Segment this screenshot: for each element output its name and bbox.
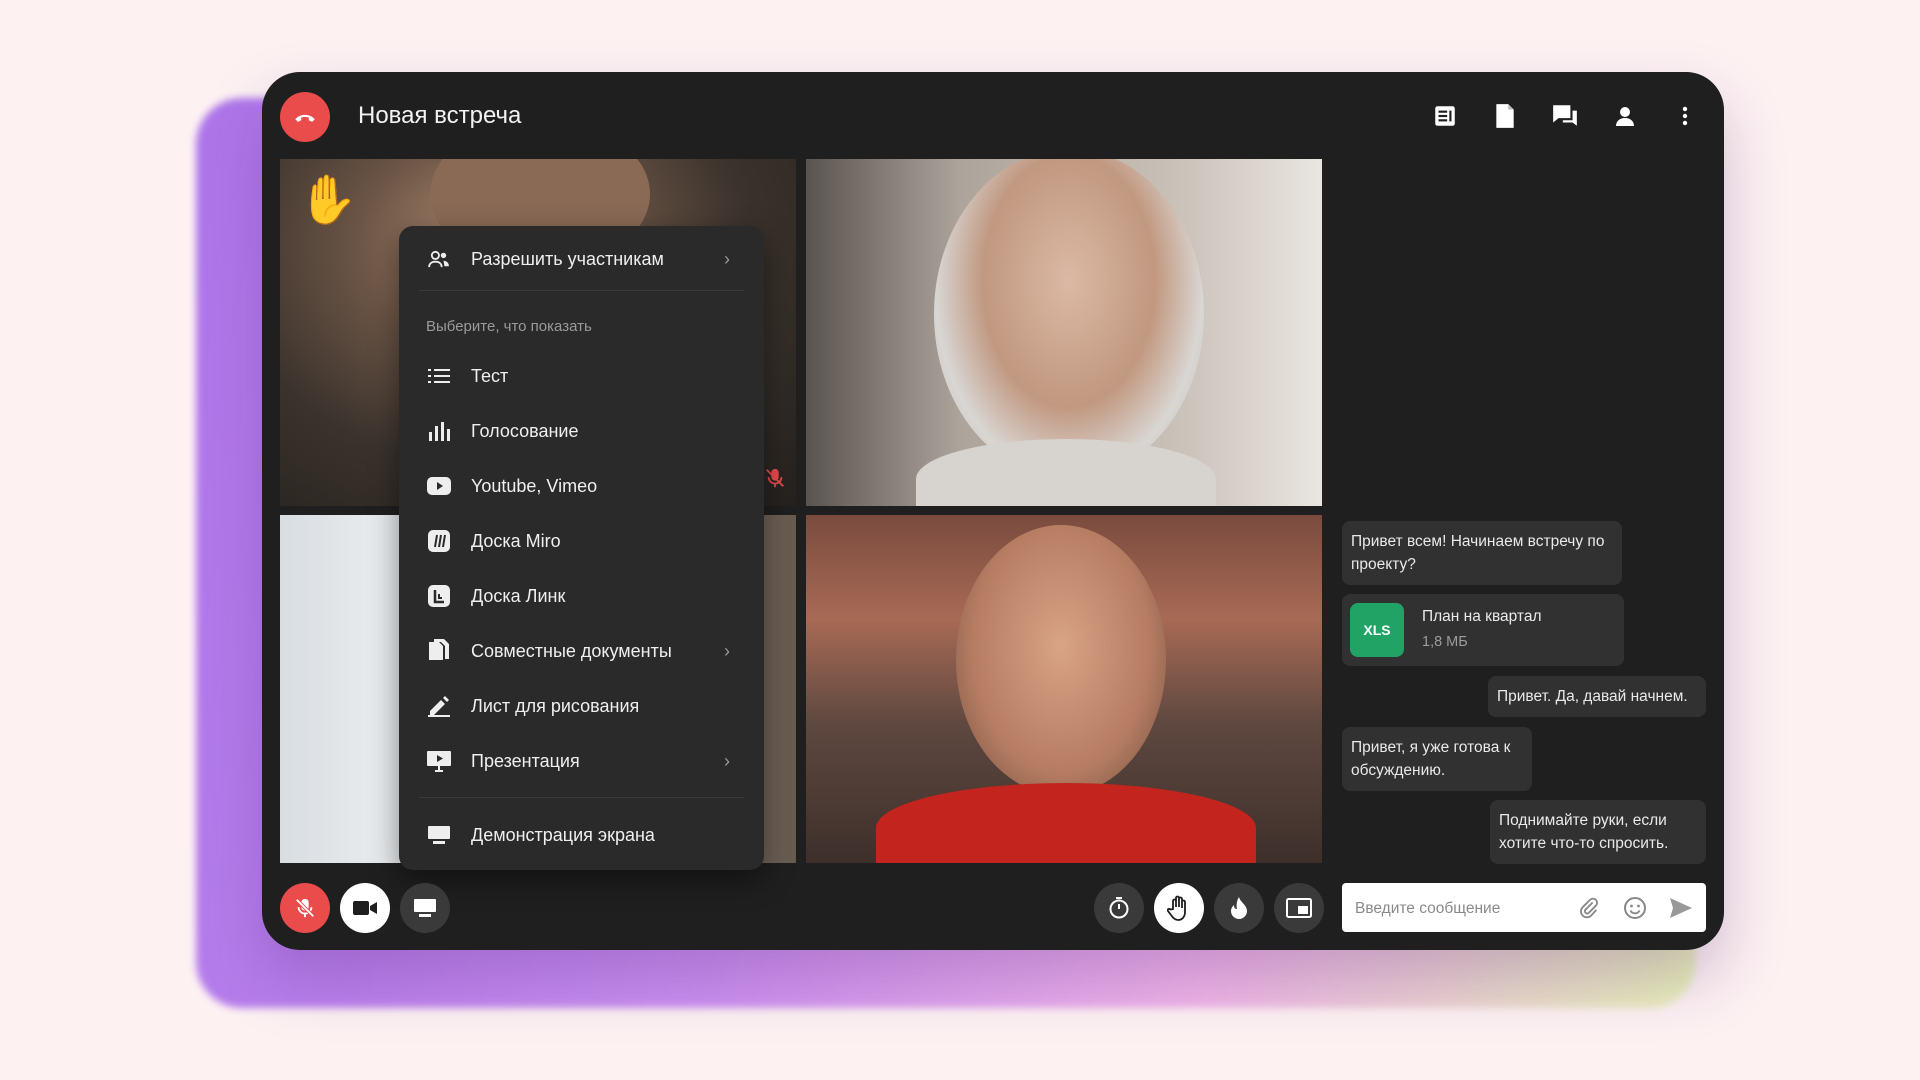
raise-hand-button[interactable] [1154,883,1204,933]
monitor-icon [426,822,452,848]
share-menu: Разрешить участникам › Выберите, что пок… [399,226,764,870]
meeting-title: Новая встреча [358,102,522,129]
menu-item-label: Совместные документы [471,640,672,661]
camera-icon [353,901,377,915]
participant-face [934,159,1204,479]
hand-icon [1167,895,1186,921]
participants-icon [426,246,452,272]
menu-item-label: Youtube, Vimeo [471,475,598,496]
menu-item-screen-share[interactable]: Демонстрация экрана [399,813,764,857]
chat-message: Поднимайте руки, если хотите что-то спро… [1490,800,1706,864]
mute-microphone-button[interactable] [280,883,330,933]
youtube-icon [426,473,452,499]
menu-item-link-board[interactable]: Доска Линк [399,574,764,618]
link-board-icon [426,583,452,609]
menu-item-drawing-sheet[interactable]: Лист для рисования [399,684,764,728]
menu-item-miro-board[interactable]: Доска Miro [399,519,764,563]
file-size: 1,8 МБ [1422,634,1468,650]
chevron-right-icon: › [724,248,730,269]
reactions-button[interactable] [1214,883,1264,933]
send-icon[interactable] [1668,895,1694,921]
timer-button[interactable] [1094,883,1144,933]
menu-item-shared-documents[interactable]: Совместные документы › [399,629,764,673]
stopwatch-icon [1109,897,1129,919]
paperclip-icon[interactable] [1576,895,1602,921]
list-icon [426,363,452,389]
chat-panel: Привет всем! Начинаем встречу по проекту… [1342,72,1724,950]
menu-item-label: Тест [471,365,509,386]
video-tile-participant-4 [806,515,1322,863]
participant-face [956,525,1166,795]
camera-button[interactable] [340,883,390,933]
participant-shirt [876,783,1256,863]
menu-item-presentation[interactable]: Презентация › [399,739,764,783]
picture-in-picture-icon [1286,898,1312,918]
chat-file-attachment[interactable]: XLS План на квартал 1,8 МБ [1342,594,1624,666]
menu-item-voting[interactable]: Голосование [399,409,764,453]
file-name: План на квартал [1422,608,1542,625]
end-call-button[interactable] [280,92,330,142]
menu-item-label: Демонстрация экрана [471,824,655,845]
menu-item-label: Презентация [471,750,580,771]
menu-item-label: Лист для рисования [471,695,640,716]
menu-divider [419,290,744,291]
participant-sweater [916,439,1216,506]
screen-share-button[interactable] [400,883,450,933]
meeting-window: Новая встреча ✋ Разрешить участникам › В… [262,72,1724,950]
message-input-box [1342,883,1706,934]
menu-item-label: Разрешить участникам [471,248,664,269]
menu-divider [419,797,744,798]
chat-message: Привет. Да, давай начнем. [1488,676,1706,717]
chat-message: Привет, я уже готова к обсуждению. [1342,727,1532,791]
bar-chart-icon [426,418,452,444]
pencil-icon [426,693,452,719]
fire-icon [1231,897,1247,919]
documents-icon [426,638,452,664]
menu-item-label: Доска Линк [471,585,566,606]
emoji-icon[interactable] [1622,895,1648,921]
muted-mic-icon [764,465,786,496]
menu-item-label: Голосование [471,420,579,441]
chevron-right-icon: › [724,640,730,661]
xls-file-icon: XLS [1350,603,1404,657]
menu-item-allow-participants[interactable]: Разрешить участникам › [399,237,764,281]
menu-hint: Выберите, что показать [426,318,592,335]
video-tile-participant-2 [806,159,1322,506]
hang-up-icon [295,114,315,122]
monitor-icon [414,899,436,917]
menu-item-test[interactable]: Тест [399,354,764,398]
raised-hand-icon: ✋ [298,174,358,227]
miro-icon [426,528,452,554]
message-input[interactable] [1342,883,1577,934]
muted-mic-icon [295,898,315,918]
menu-item-youtube-vimeo[interactable]: Youtube, Vimeo [399,464,764,508]
chat-message: Привет всем! Начинаем встречу по проекту… [1342,521,1622,585]
layout-button[interactable] [1274,883,1324,933]
presentation-icon [426,748,452,774]
menu-item-label: Доска Miro [471,530,561,551]
chevron-right-icon: › [724,750,730,771]
